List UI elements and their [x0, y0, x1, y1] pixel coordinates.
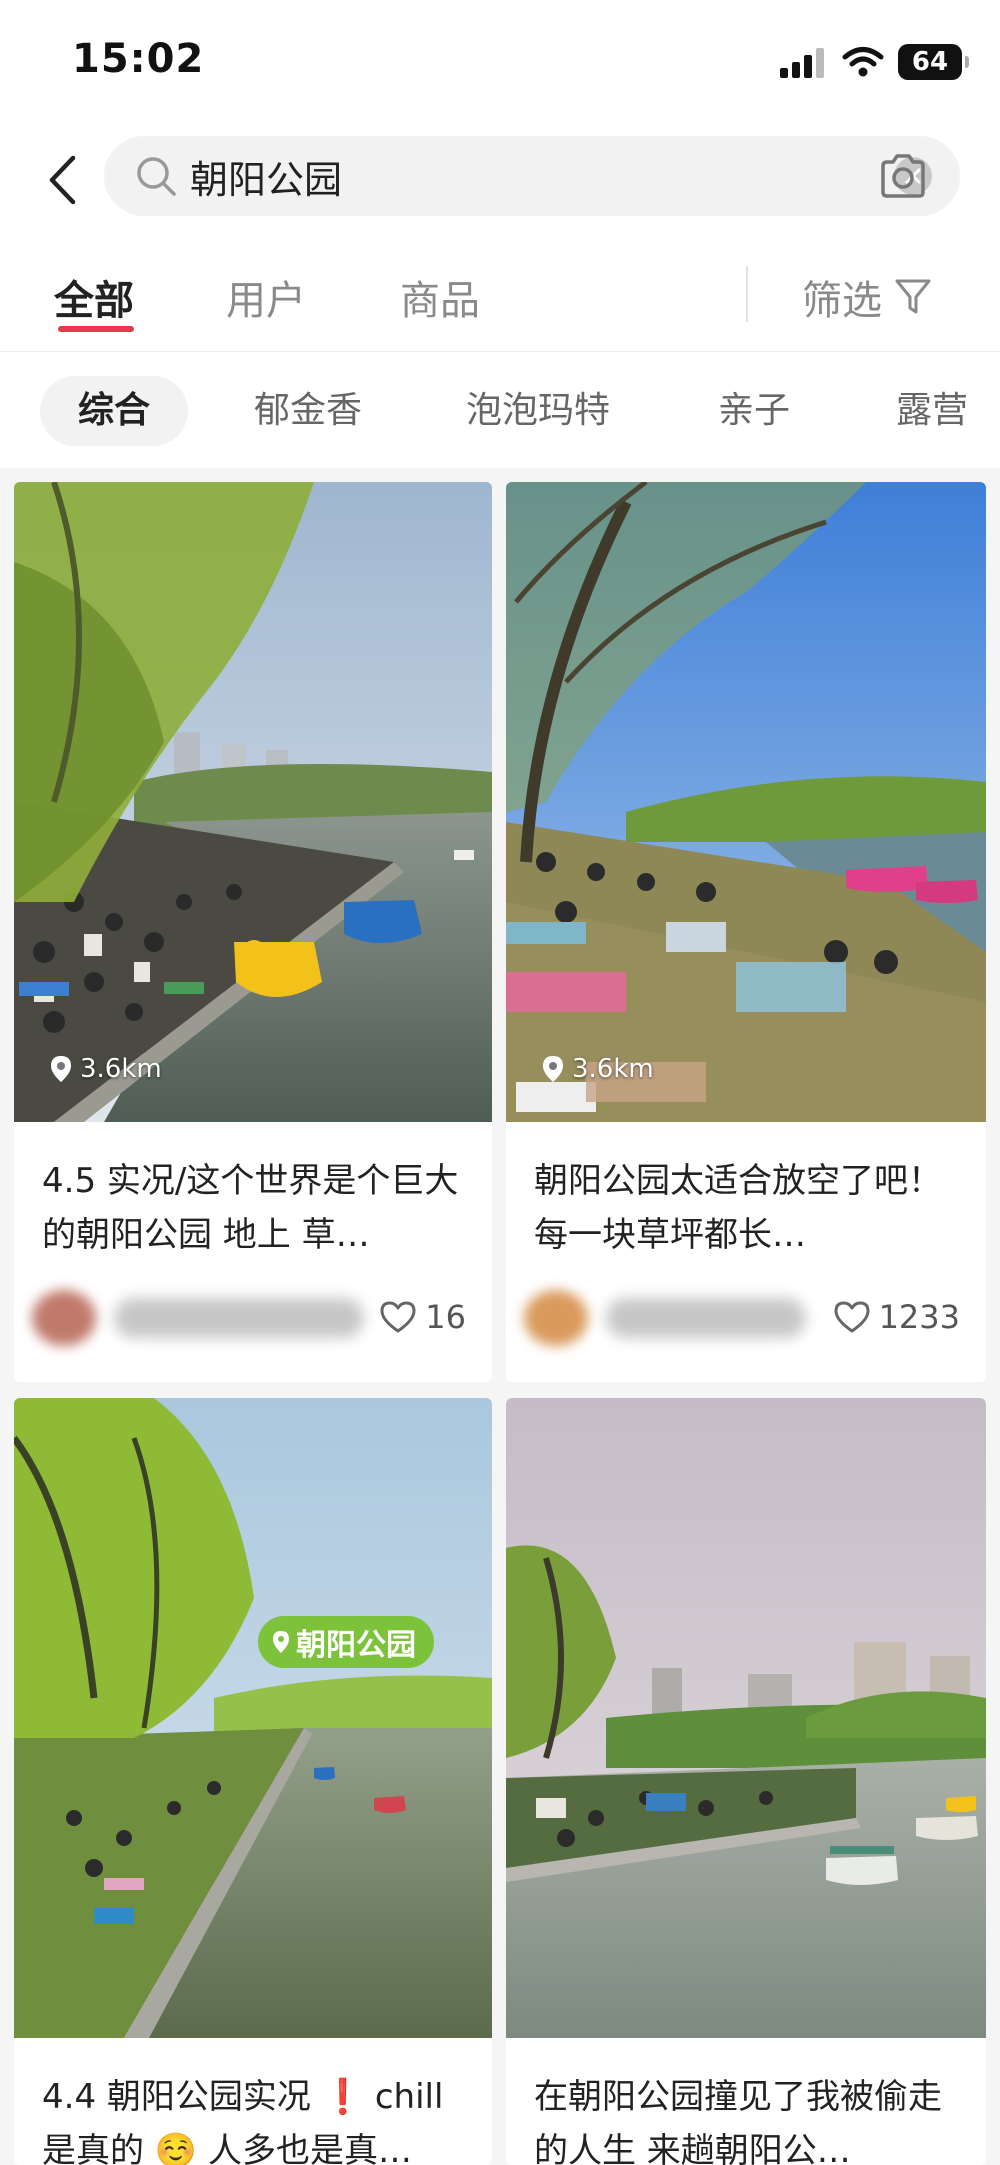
active-tab-indicator — [58, 326, 134, 332]
search-icon — [137, 157, 176, 196]
heart-icon — [380, 1301, 416, 1333]
location-distance: 3.6km — [80, 1054, 162, 1084]
like-button[interactable]: 16 — [379, 1298, 466, 1336]
note-card[interactable]: 3.6km 4.5 实况/这个世界是个巨大的朝阳公园 地上 草… 16 — [14, 482, 492, 1382]
back-arrow-icon — [49, 155, 76, 205]
search-bar-row — [0, 122, 1000, 240]
tab-products[interactable]: 商品 — [400, 268, 480, 326]
camera-icon — [881, 154, 925, 198]
park-badge-label: 朝阳公园 — [296, 1628, 416, 1663]
heart-icon — [834, 1301, 870, 1333]
note-card[interactable]: 3.6km 朝阳公园太适合放空了吧！ 每一块草坪都长… 1233 — [506, 482, 986, 1382]
chip-popmart[interactable]: 泡泡玛特 — [428, 376, 648, 446]
note-title: 4.5 实况/这个世界是个巨大的朝阳公园 地上 草… — [42, 1161, 459, 1255]
note-cover-image — [506, 482, 986, 1122]
avatar[interactable] — [524, 1290, 588, 1346]
note-title: 4.4 朝阳公园实况 ❗ chill是真的 ☺️ 人多也是真… — [42, 2077, 444, 2165]
location-tag: 3.6km — [50, 1054, 162, 1084]
location-pin-icon — [51, 1056, 71, 1082]
filter-label: 筛选 — [802, 278, 882, 324]
author-name-redacted[interactable] — [606, 1298, 806, 1338]
camera-search-button[interactable] — [878, 152, 928, 200]
filter-button[interactable]: 筛选 — [802, 268, 932, 326]
filter-icon — [895, 279, 931, 314]
category-chips: 综合 郁金香 泡泡玛特 亲子 露营 — [0, 352, 1000, 468]
result-tabs: 全部 用户 商品 筛选 — [0, 240, 1000, 352]
status-bar: 15:02 64 — [0, 0, 1000, 122]
search-box[interactable] — [104, 136, 960, 216]
location-pin-icon — [543, 1056, 563, 1082]
status-icons: 64 — [780, 42, 969, 82]
note-footer: 16 — [14, 1272, 492, 1362]
status-time: 15:02 — [72, 36, 205, 82]
note-cover-image — [506, 1398, 986, 2038]
like-count: 16 — [425, 1298, 466, 1336]
note-card[interactable]: 朝阳公园 4.4 朝阳公园实况 ❗ chill是真的 ☺️ 人多也是真… — [14, 1398, 492, 2165]
signal-icon — [780, 48, 824, 78]
author-name-redacted[interactable] — [114, 1298, 364, 1338]
note-cover-image — [14, 482, 492, 1122]
avatar[interactable] — [32, 1290, 96, 1346]
park-badge: 朝阳公园 — [258, 1616, 434, 1668]
chip-camping[interactable]: 露营 — [858, 376, 1000, 446]
location-tag: 3.6km — [542, 1054, 654, 1084]
tab-users[interactable]: 用户 — [226, 268, 306, 326]
note-title: 在朝阳公园撞见了我被偷走的人生 来趟朝阳公… — [534, 2077, 942, 2165]
chip-comprehensive[interactable]: 综合 — [40, 376, 189, 446]
note-cover-image — [14, 1398, 492, 2038]
note-title: 朝阳公园太适合放空了吧！ 每一块草坪都长… — [534, 1161, 942, 1255]
chip-family[interactable]: 亲子 — [680, 376, 828, 446]
like-button[interactable]: 1233 — [833, 1298, 960, 1336]
battery-icon: 64 — [898, 44, 969, 80]
tab-all[interactable]: 全部 — [54, 268, 134, 326]
chip-tulip[interactable]: 郁金香 — [216, 376, 400, 446]
battery-level: 64 — [911, 47, 949, 77]
tab-divider — [746, 266, 748, 322]
location-distance: 3.6km — [572, 1054, 654, 1084]
location-pin-icon — [273, 1631, 289, 1653]
wifi-icon — [842, 47, 884, 77]
like-count: 1233 — [878, 1298, 960, 1336]
back-button[interactable] — [40, 148, 84, 212]
search-input[interactable] — [190, 148, 790, 204]
note-footer: 1233 — [506, 1272, 986, 1362]
note-card[interactable]: 在朝阳公园撞见了我被偷走的人生 来趟朝阳公… — [506, 1398, 986, 2165]
